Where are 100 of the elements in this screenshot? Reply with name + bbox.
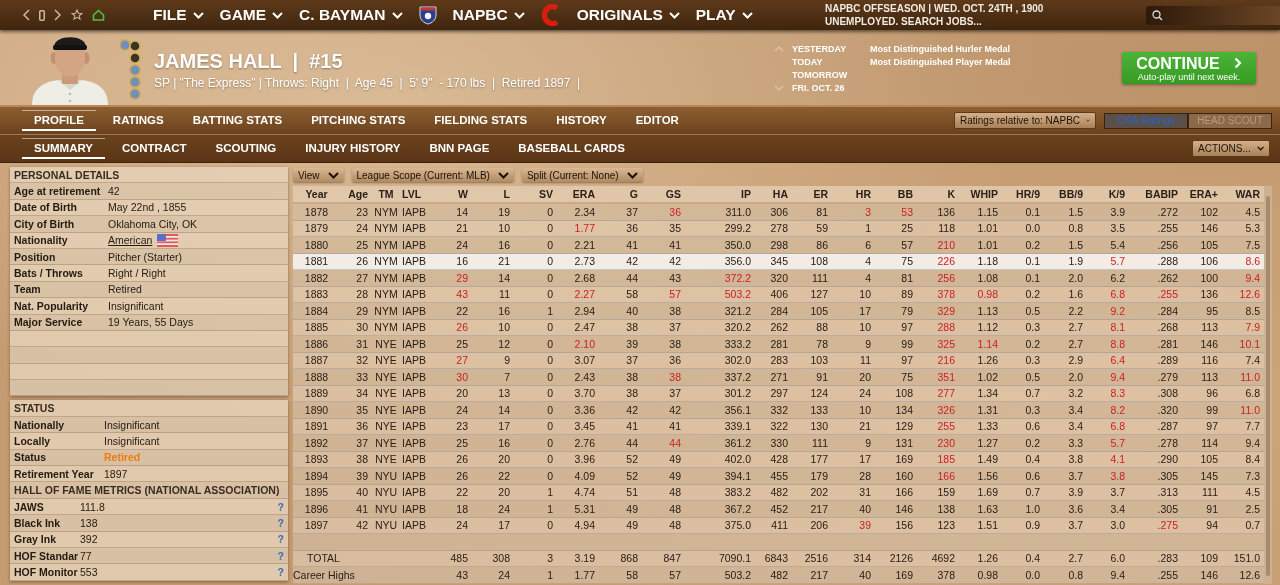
subtab[interactable]: INJURY HISTORY [293, 138, 413, 159]
table-row[interactable]: 1878 23 NYM IAPB 14 19 0 2.34 37 36 311.0 306 81 3 53 136 1.15 0.1 1.5 3.9 .272 102 4.5 [293, 204, 1264, 221]
table-cell: 129 [895, 420, 913, 433]
table-row[interactable]: 1890 35 NYE IAPB 24 14 0 3.36 42 42 356.1 332 133 10 134 326 1.31 0.3 3.4 8.2 .320 99 11.0 [293, 402, 1264, 419]
filter-dropdown[interactable]: View [293, 168, 344, 182]
table-cell: 345 [770, 255, 788, 268]
column-header[interactable]: SV [539, 188, 553, 200]
table-cell: 256 [937, 271, 955, 284]
nationality-link[interactable]: American [108, 234, 153, 247]
column-header[interactable]: IP [741, 188, 751, 200]
column-header[interactable]: ERA [572, 188, 595, 200]
table-row[interactable]: 1886 31 NYE IAPB 25 12 0 2.10 39 38 333.2 281 78 9 99 325 1.14 0.2 2.7 8.8 .281 146 10.1 [293, 336, 1264, 353]
season-status: NAPBC OFFSEASON | WED. OCT. 24TH , 1900 [825, 2, 1044, 15]
tab[interactable]: BATTING STATS [180, 110, 295, 131]
table-row[interactable]: 1895 40 NYU IAPB 22 20 1 4.74 51 48 383.2 482 202 31 166 159 1.69 0.7 3.9 3.7 .313 111 4.5 [293, 484, 1264, 501]
table-cell: IAPB [402, 436, 426, 449]
detail-label: Nationality [14, 234, 69, 247]
menu-button[interactable]: GAME [219, 6, 284, 24]
table-row[interactable]: 1879 24 NYM IAPB 21 10 0 1.77 36 35 299.2 278 59 1 25 118 1.01 0.0 0.8 3.5 .255 146 5.3 [293, 220, 1264, 237]
table-row[interactable]: 1896 41 NYU IAPB 18 24 1 5.31 49 48 367.2 452 217 40 146 138 1.63 1.0 3.6 3.4 .305 91 2.5 [293, 501, 1264, 518]
table-cell: NYM [374, 321, 398, 334]
table-row[interactable]: 1891 36 NYE IAPB 23 17 0 3.45 41 41 339.1 322 130 21 129 255 1.33 0.6 3.4 6.8 .287 97 7.7 [293, 418, 1264, 435]
phone-icon[interactable] [39, 9, 45, 21]
table-cell: .268 [1157, 321, 1178, 334]
table-cell: 482 [770, 568, 788, 581]
column-header[interactable]: WHIP [970, 188, 998, 200]
column-header[interactable]: Year [305, 188, 328, 200]
column-header[interactable]: WAR [1235, 188, 1260, 200]
subtab[interactable]: BASEBALL CARDS [506, 138, 637, 159]
menu-button[interactable]: C. BAYMAN [299, 6, 403, 24]
column-header[interactable]: Age [348, 188, 368, 200]
column-header[interactable]: ERA+ [1189, 188, 1218, 200]
table-cell: 21 [859, 420, 871, 433]
menu-button[interactable]: NAPBC [452, 6, 525, 24]
tab[interactable]: PROFILE [22, 110, 96, 131]
column-header[interactable]: G [629, 188, 638, 200]
scrollbar-thumb[interactable] [1266, 196, 1270, 576]
subtab[interactable]: SUMMARY [22, 138, 105, 159]
table-cell: 3.3 [1068, 436, 1083, 449]
menu-button[interactable]: PLAY [695, 6, 753, 24]
tab[interactable]: EDITOR [623, 110, 691, 131]
tab[interactable]: RATINGS [100, 110, 176, 131]
home-icon[interactable] [92, 9, 105, 21]
subtab[interactable]: BNN PAGE [417, 138, 502, 159]
column-header[interactable]: HR [855, 188, 871, 200]
table-cell: 4692 [931, 552, 955, 565]
table-row[interactable]: 1888 33 NYE IAPB 30 7 0 2.43 38 38 337.2 271 91 20 75 351 1.02 0.5 2.0 9.4 .279 113 11.0 [293, 369, 1264, 386]
actions-dropdown[interactable]: ACTIONS... [1192, 140, 1270, 157]
table-row[interactable]: 1881 26 NYM IAPB 16 21 0 2.73 42 42 356.0 345 108 4 75 226 1.18 0.1 1.9 5.7 .288 106 8.6 [293, 253, 1264, 270]
table-row[interactable]: 1883 28 NYM IAPB 43 11 0 2.27 58 57 503.2 406 127 10 89 378 0.98 0.2 1.6 6.8 .255 136 12.6 [293, 286, 1264, 303]
table-cell: 202 [810, 486, 828, 499]
forward-icon[interactable] [54, 9, 62, 21]
subtab[interactable]: CONTRACT [110, 138, 199, 159]
table-row[interactable]: 1892 37 NYE IAPB 25 16 0 2.76 44 44 361.2 330 111 9 131 230 1.27 0.2 3.3 5.7 .278 114 9.4 [293, 435, 1264, 452]
table-row[interactable]: 1887 32 NYE IAPB 27 9 0 3.07 37 36 302.0 283 103 11 97 216 1.26 0.3 2.9 6.4 .289 116 7.4 [293, 352, 1264, 369]
subtab[interactable]: SCOUTING [203, 138, 289, 159]
tab[interactable]: FIELDING STATS [422, 110, 540, 131]
column-header[interactable]: HA [772, 188, 788, 200]
column-header[interactable]: TM [378, 188, 394, 200]
search-field[interactable] [1146, 5, 1280, 25]
filter-dropdown[interactable]: League Scope (Current: MLB) [351, 168, 514, 182]
ratings-dropdown[interactable]: Ratings relative to: NAPBC [954, 112, 1096, 129]
tab[interactable]: HISTORY [544, 110, 619, 131]
column-header[interactable]: K/9 [1108, 188, 1125, 200]
table-cell: 109 [1200, 552, 1218, 565]
table-row[interactable]: 1889 34 NYE IAPB 20 13 0 3.70 38 37 301.2 297 124 24 108 277 1.34 0.7 3.2 8.3 .308 96 6.8 [293, 385, 1264, 402]
back-icon[interactable] [22, 9, 30, 21]
column-header[interactable]: BB [897, 188, 913, 200]
table-cell: 283 [770, 354, 788, 367]
table-cell: NYU [374, 502, 398, 515]
filter-dropdown[interactable]: Split (Current: None) [521, 168, 643, 182]
table-row[interactable]: 1884 29 NYM IAPB 22 16 1 2.94 40 38 321.2 284 105 17 79 329 1.13 0.5 2.2 9.2 .284 95 8.5 [293, 303, 1264, 320]
column-header[interactable]: LVL [402, 188, 422, 200]
column-header[interactable]: W [458, 188, 468, 200]
table-row[interactable]: 1885 30 NYM IAPB 26 10 0 2.47 38 37 320.2 262 88 10 97 288 1.12 0.3 2.7 8.1 .268 113 7.9 [293, 319, 1264, 336]
tab[interactable]: PITCHING STATS [299, 110, 418, 131]
table-row[interactable]: 1893 38 NYE IAPB 26 20 0 3.96 52 49 402.0 428 177 17 169 185 1.49 0.4 3.8 4.1 .290 105 8.4 [293, 451, 1264, 468]
table-row[interactable]: 1880 25 NYM IAPB 24 16 0 2.21 41 41 350.0 298 86 6 57 210 1.01 0.2 1.5 5.4 .256 105 7.5 [293, 237, 1264, 254]
table-cell: .278 [1157, 436, 1178, 449]
column-header[interactable]: ER [813, 188, 828, 200]
table-cell: 12.6 [1239, 288, 1260, 301]
column-header[interactable]: K [947, 188, 955, 200]
table-cell: 24 [456, 519, 468, 532]
column-header[interactable]: BABIP [1145, 188, 1178, 200]
menu-button[interactable]: ORIGINALS [576, 6, 680, 24]
column-header[interactable]: L [503, 188, 510, 200]
table-cell: 38 [626, 387, 638, 400]
table-cell: 44 [626, 436, 638, 449]
star-icon[interactable] [71, 9, 83, 21]
table-cell: 2.0 [1068, 370, 1083, 383]
column-header[interactable]: BB/9 [1059, 188, 1083, 200]
table-row[interactable]: 1882 27 NYM IAPB 29 14 0 2.68 44 43 372.2 320 111 4 81 256 1.08 0.1 2.0 6.2 .262 100 9.4 [293, 270, 1264, 287]
job-status-link[interactable]: UNEMPLOYED. SEARCH JOBS... [825, 15, 1044, 28]
table-row[interactable]: 1894 39 NYU IAPB 26 22 0 4.09 52 49 394.1 455 179 28 160 166 1.56 0.6 3.7 3.8 .305 145 7.3 [293, 468, 1264, 485]
column-header[interactable]: HR/9 [1016, 188, 1040, 200]
table-row[interactable]: 1897 42 NYU IAPB 24 17 0 4.94 49 48 375.0 411 206 39 156 123 1.51 0.9 3.7 3.0 .275 94 0.7 [293, 517, 1264, 534]
menu-button[interactable]: FILE [153, 6, 204, 24]
column-header[interactable]: GS [665, 188, 681, 200]
table-cell: 375.0 [724, 519, 751, 532]
table-cell: 14 [456, 205, 468, 218]
